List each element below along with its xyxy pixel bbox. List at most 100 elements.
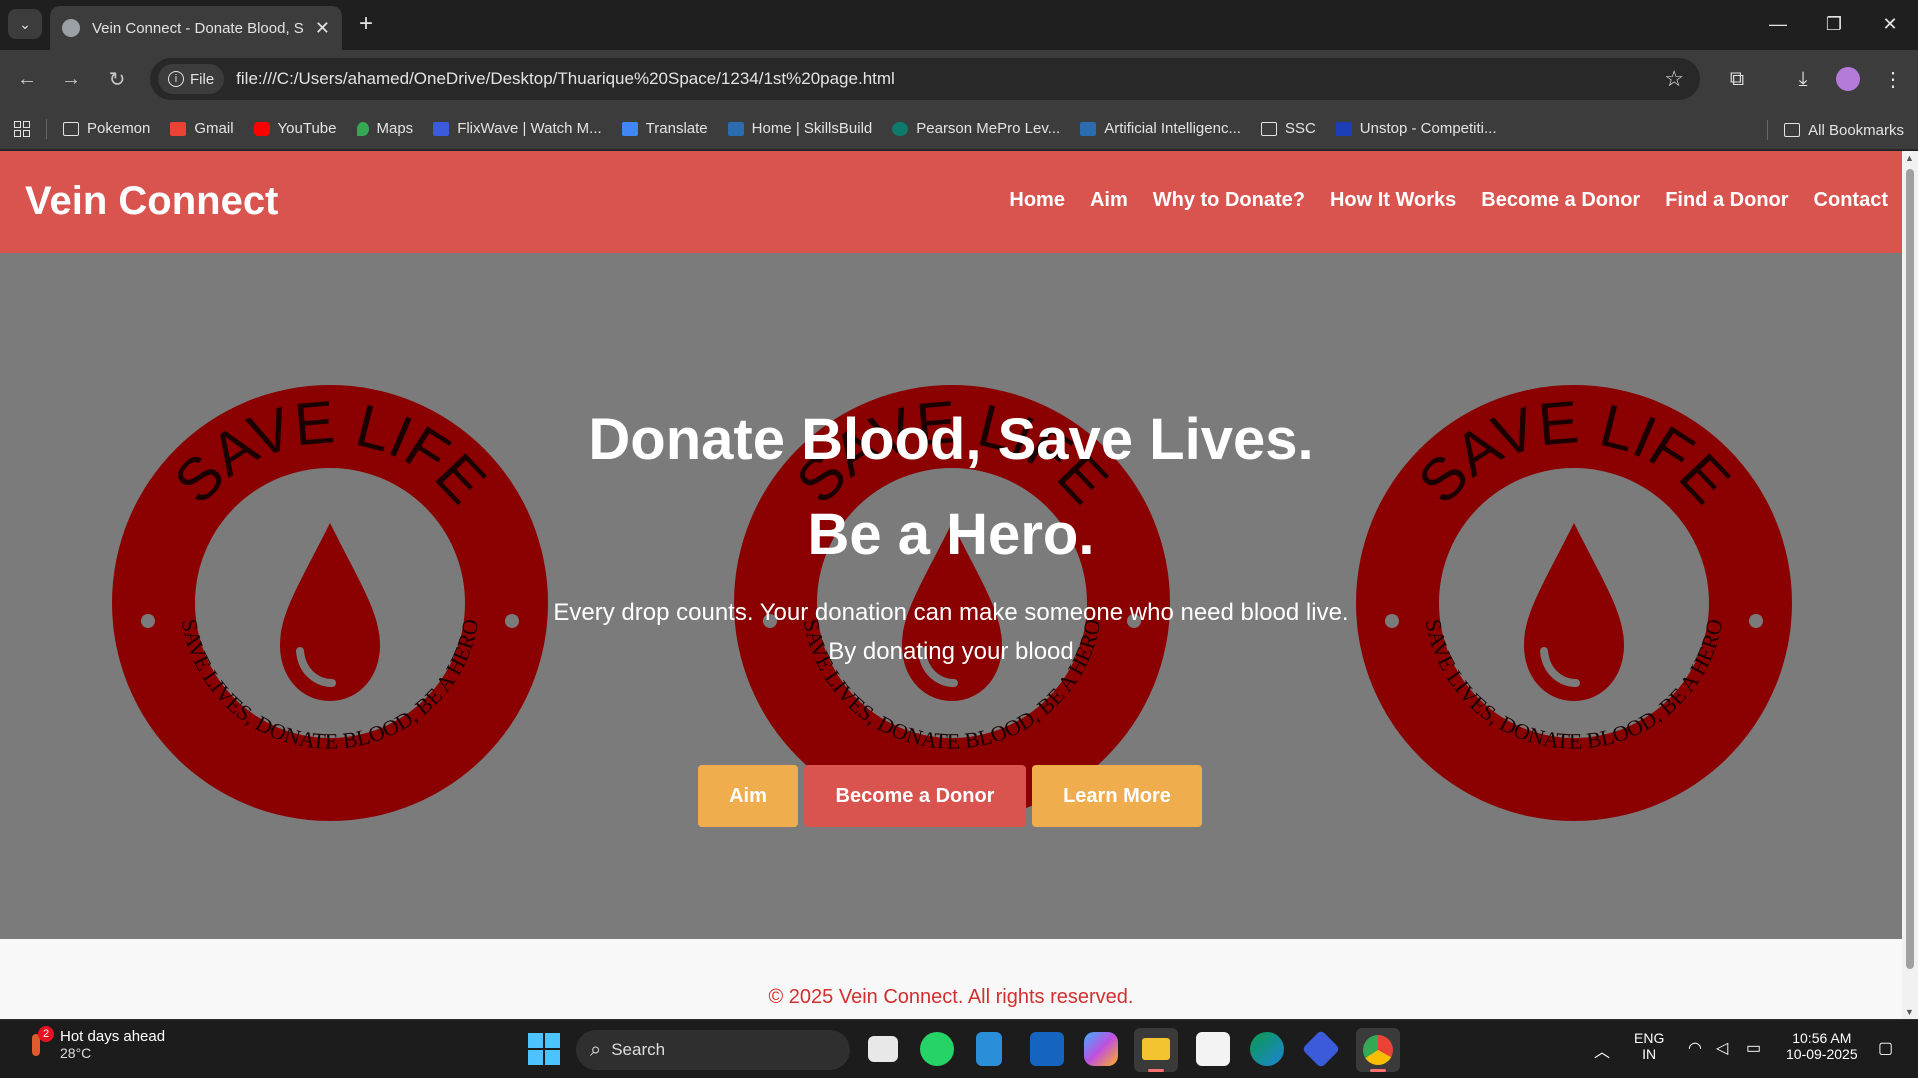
hero-section: SAVE LIFE SAVE LIVES, DONATE BLOOD, BE A…	[0, 253, 1902, 939]
show-hidden-icons[interactable]: ︿	[1594, 1038, 1610, 1062]
site-header: Vein Connect Home Aim Why to Donate? How…	[0, 151, 1902, 253]
weather-widget[interactable]: 2 Hot days ahead 28°C	[26, 1025, 165, 1061]
info-icon: i	[168, 71, 184, 87]
ai-course-icon	[1080, 121, 1097, 136]
bookmark-skillsbuild[interactable]: Home | SkillsBuild	[727, 120, 872, 137]
clock[interactable]: 10:56 AM 10-09-2025	[1786, 1030, 1858, 1062]
tab-strip: ⌄ Vein Connect - Donate Blood, S ✕ + — ❐…	[0, 0, 1918, 50]
nav-how-it-works[interactable]: How It Works	[1330, 189, 1456, 212]
menu-kebab-icon[interactable]: ⋮	[1878, 64, 1908, 94]
windows-start-icon[interactable]	[528, 1033, 560, 1065]
bookmark-gmail[interactable]: Gmail	[170, 120, 234, 137]
become-donor-button[interactable]: Become a Donor	[804, 765, 1026, 827]
globe-icon	[62, 19, 80, 37]
windows-taskbar: 2 Hot days ahead 28°C ⌕ Search ︿ ENG IN …	[0, 1019, 1918, 1078]
close-tab-icon[interactable]: ✕	[315, 18, 330, 39]
page-viewport: Vein Connect Home Aim Why to Donate? How…	[0, 151, 1902, 1019]
site-info-chip[interactable]: i File	[158, 64, 225, 94]
scroll-down-icon[interactable]: ▼	[1905, 1007, 1914, 1017]
battery-icon[interactable]: ▭	[1746, 1038, 1761, 1058]
whatsapp-icon[interactable]	[920, 1032, 954, 1066]
hero-text-line2: By donating your blood	[828, 638, 1074, 665]
forward-arrow-icon[interactable]: →	[56, 64, 86, 94]
bookmark-unstop[interactable]: Unstop - Competiti...	[1335, 120, 1497, 137]
apps-grid-icon[interactable]	[14, 120, 30, 137]
bookmark-pokemon[interactable]: Pokemon	[63, 120, 150, 137]
search-icon: ⌕	[590, 1038, 602, 1061]
all-bookmarks[interactable]: All Bookmarks	[1767, 120, 1904, 140]
copilot-icon[interactable]	[1084, 1032, 1118, 1066]
bookmark-maps[interactable]: Maps	[356, 120, 413, 137]
bookmarks-divider	[46, 118, 47, 139]
weather-badge: 2	[38, 1025, 54, 1042]
active-indicator	[1370, 1069, 1386, 1072]
profile-avatar[interactable]	[1836, 67, 1860, 91]
extensions-icon[interactable]: ⧉	[1722, 64, 1752, 94]
nav-find-donor[interactable]: Find a Donor	[1665, 189, 1788, 212]
bookmark-translate[interactable]: Translate	[621, 120, 708, 137]
chrome-button[interactable]	[1356, 1028, 1400, 1072]
site-footer: © 2025 Vein Connect. All rights reserved…	[0, 939, 1902, 1019]
gmail-icon	[170, 121, 187, 136]
bookmark-ssc[interactable]: SSC	[1260, 120, 1316, 137]
new-tab-button[interactable]: +	[352, 10, 380, 38]
bookmark-pearson[interactable]: Pearson MePro Lev...	[892, 120, 1060, 137]
url-text[interactable]: file:///C:/Users/ahamed/OneDrive/Desktop…	[236, 69, 895, 89]
folder-icon	[1260, 121, 1277, 136]
chrome-icon	[1363, 1035, 1393, 1065]
youtube-icon	[253, 121, 270, 136]
folder-icon	[1784, 123, 1801, 137]
bookmark-flixwave[interactable]: FlixWave | Watch M...	[433, 120, 602, 137]
microsoft-store-icon[interactable]	[1196, 1032, 1230, 1066]
tab-search-menu-button[interactable]: ⌄	[8, 9, 42, 39]
search-label: Search	[611, 1040, 666, 1059]
bookmarks-bar: Pokemon Gmail YouTube Maps FlixWave | Wa…	[0, 108, 1918, 150]
volume-icon[interactable]: ◁	[1716, 1038, 1728, 1058]
flixwave-icon	[433, 121, 450, 136]
skillsbuild-icon	[727, 121, 744, 136]
nav-contact[interactable]: Contact	[1814, 189, 1888, 212]
close-window-button[interactable]: ✕	[1870, 10, 1910, 38]
hero-text-line1: Every drop counts. Your donation can mak…	[553, 599, 1349, 626]
learn-more-button[interactable]: Learn More	[1032, 765, 1202, 827]
pearson-icon	[892, 121, 909, 136]
minimize-button[interactable]: —	[1758, 10, 1798, 38]
app-icon[interactable]	[1301, 1029, 1341, 1069]
nav-why-donate[interactable]: Why to Donate?	[1153, 189, 1305, 212]
nav-become-donor[interactable]: Become a Donor	[1481, 189, 1640, 212]
aim-button[interactable]: Aim	[698, 765, 798, 827]
active-indicator	[1148, 1069, 1164, 1072]
browser-toolbar: ← → ↻ i File file:///C:/Users/ahamed/One…	[0, 50, 1918, 108]
browser-tab-active[interactable]: Vein Connect - Donate Blood, S ✕	[50, 6, 342, 50]
hero-heading-line1: Donate Blood, Save Lives.	[588, 407, 1314, 472]
main-nav: Home Aim Why to Donate? How It Works Bec…	[1009, 189, 1888, 212]
nav-home[interactable]: Home	[1009, 189, 1065, 212]
azure-studio-icon[interactable]	[1030, 1032, 1064, 1066]
hero-content: Donate Blood, Save Lives. Be a Hero. Eve…	[0, 253, 1902, 939]
bookmarks-divider	[1767, 120, 1769, 140]
language-indicator[interactable]: ENG IN	[1634, 1030, 1664, 1062]
weather-temp: 28°C	[60, 1045, 92, 1061]
folder-icon	[1142, 1038, 1170, 1060]
maps-pin-icon	[356, 121, 369, 136]
file-explorer-button[interactable]	[1134, 1028, 1178, 1072]
nav-aim[interactable]: Aim	[1090, 189, 1128, 212]
reload-icon[interactable]: ↻	[102, 64, 132, 94]
page-scrollbar[interactable]: ▲ ▼	[1902, 151, 1918, 1019]
site-logo[interactable]: Vein Connect	[25, 179, 278, 224]
address-bar[interactable]: i File file:///C:/Users/ahamed/OneDrive/…	[150, 58, 1700, 100]
taskbar-search[interactable]: ⌕ Search	[576, 1030, 850, 1070]
restore-button[interactable]: ❐	[1814, 10, 1854, 38]
download-icon[interactable]: ⤓	[1788, 64, 1818, 94]
bookmark-youtube[interactable]: YouTube	[253, 120, 337, 137]
notepad-icon[interactable]	[976, 1032, 1002, 1066]
scroll-up-icon[interactable]: ▲	[1905, 153, 1914, 163]
wifi-icon[interactable]: ◠	[1688, 1038, 1702, 1058]
edge-icon[interactable]	[1250, 1032, 1284, 1066]
notifications-icon[interactable]: ▢	[1878, 1038, 1893, 1058]
bookmark-star-icon[interactable]: ☆	[1664, 66, 1684, 92]
back-arrow-icon[interactable]: ←	[12, 64, 42, 94]
task-view-icon[interactable]	[868, 1036, 898, 1062]
scrollbar-thumb[interactable]	[1906, 169, 1914, 969]
bookmark-ai[interactable]: Artificial Intelligenc...	[1080, 120, 1241, 137]
